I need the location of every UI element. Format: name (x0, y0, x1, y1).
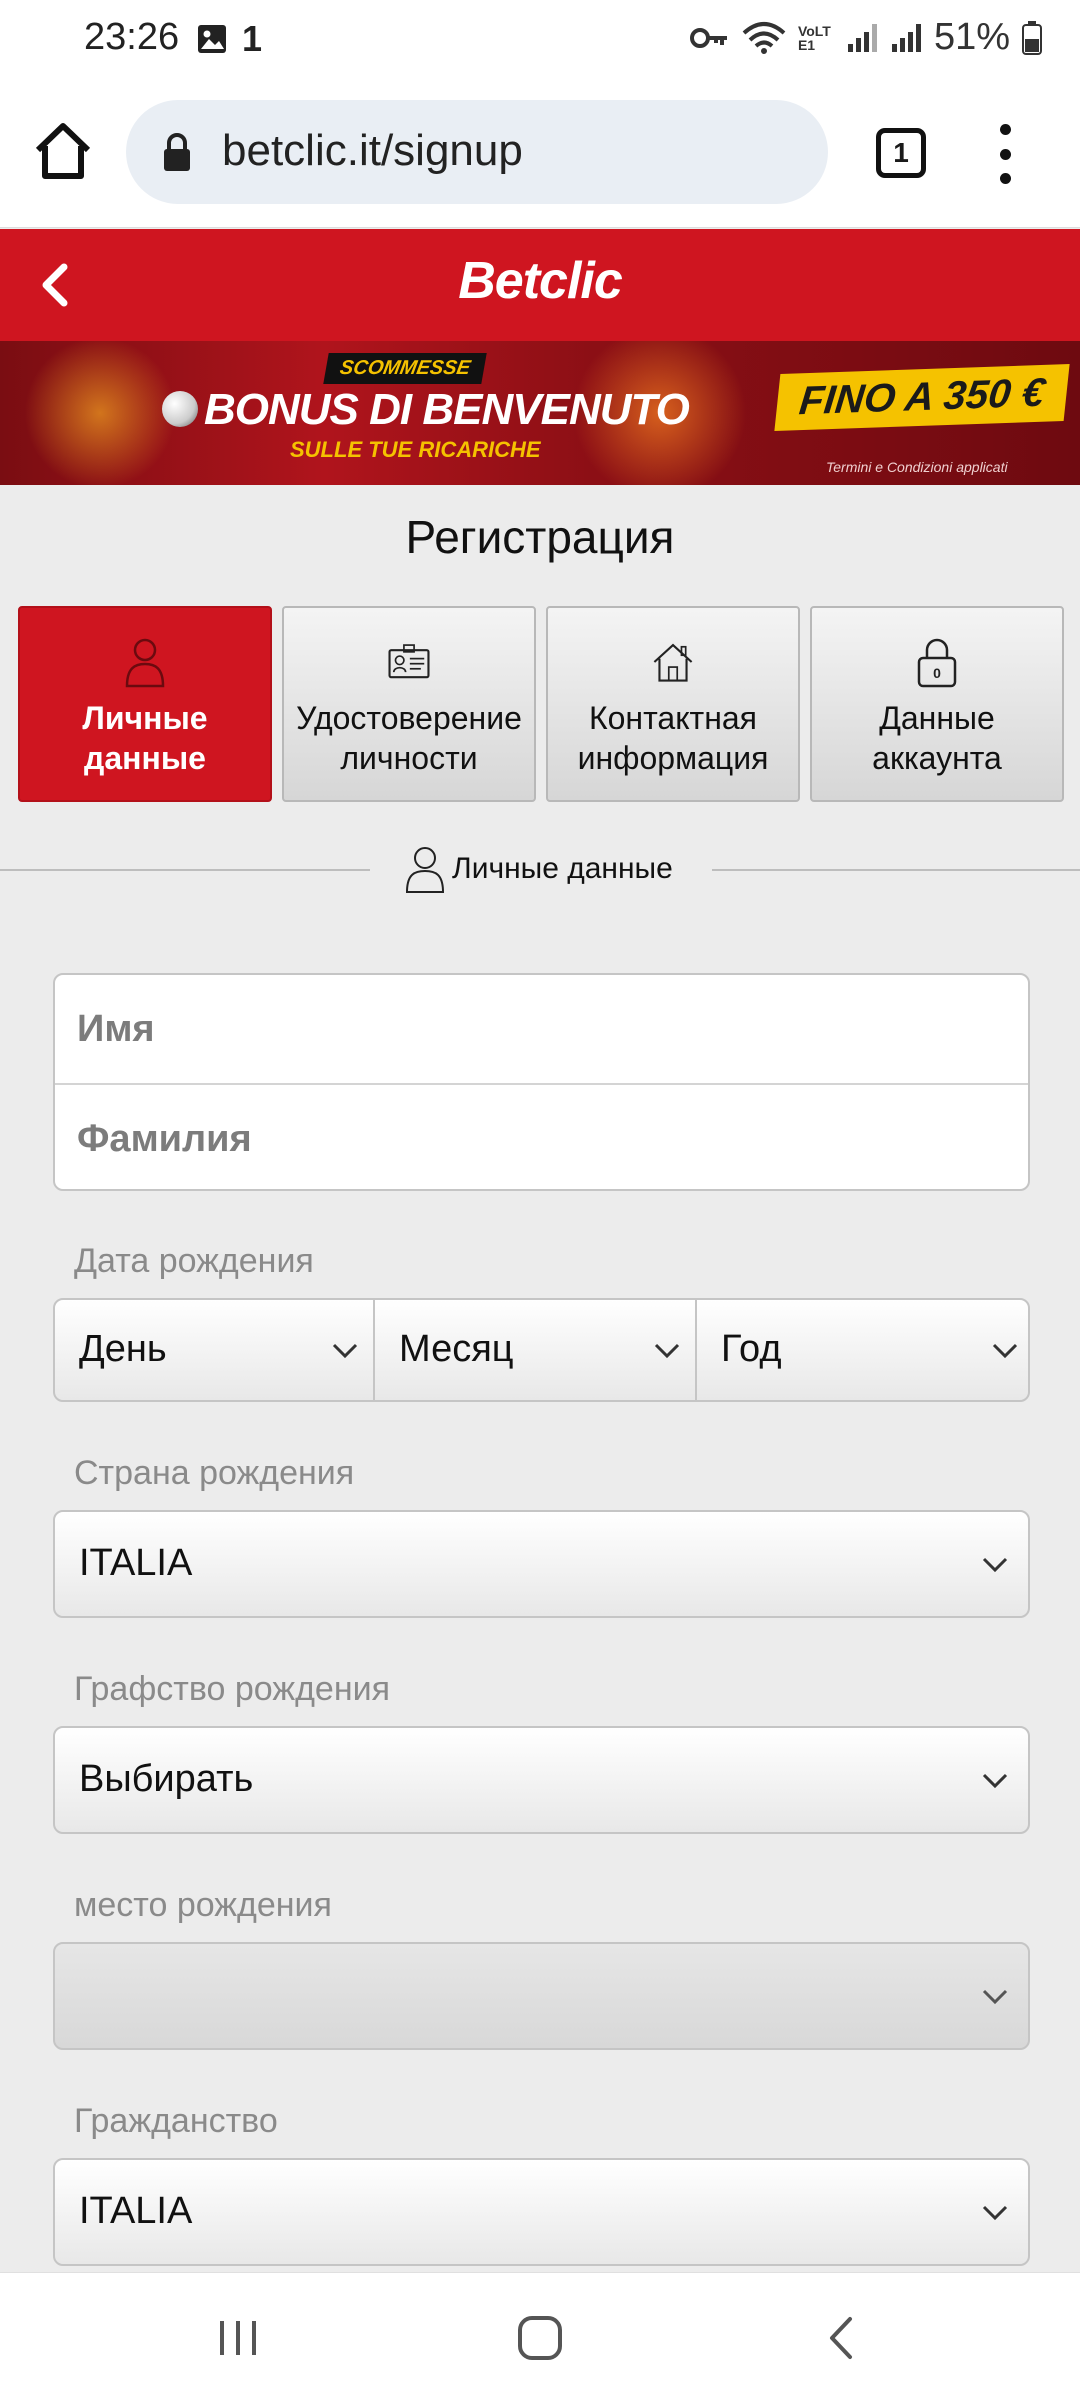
birth-country-label: Страна рождения (74, 1454, 355, 1492)
step-label: Личные данные (82, 700, 208, 776)
menu-dot (999, 124, 1011, 135)
birth-county-select[interactable]: Выбирать (53, 1726, 1030, 1834)
gallery-icon (198, 25, 226, 53)
month-select[interactable]: Месяц (375, 1300, 697, 1400)
banner-subtitle: SULLE TUE RICARICHE (290, 437, 541, 462)
last-name-input[interactable] (55, 1085, 1028, 1193)
divider-line (0, 869, 370, 871)
day-select[interactable]: День (55, 1300, 375, 1400)
banner-bonus-amount: FINO A 350 € (774, 363, 1070, 432)
step-label: Данные аккаунта (872, 700, 1002, 776)
step-contact-info[interactable]: Контактная информация (546, 606, 800, 802)
chevron-down-icon (982, 1989, 1008, 2005)
name-fields (53, 973, 1030, 1193)
back-icon[interactable] (812, 2313, 872, 2363)
banner-terms: Termini e Condizioni applicati (826, 459, 1008, 475)
chevron-down-icon (992, 1343, 1018, 1359)
home-circle-icon[interactable] (510, 2313, 570, 2363)
year-select[interactable]: Год (697, 1300, 1028, 1400)
year-value: Год (721, 1328, 782, 1370)
birthplace-label: место рождения (74, 1886, 332, 1924)
dob-selects: День Месяц Год (53, 1298, 1030, 1402)
section-header: Личные данные (398, 844, 679, 894)
step-account-data[interactable]: 0 Данные аккаунта (810, 606, 1064, 802)
birth-county-value: Выбирать (79, 1758, 254, 1800)
menu-dot (999, 148, 1011, 160)
home-icon[interactable] (30, 118, 96, 184)
address-bar[interactable]: betclic.it/signup (126, 100, 828, 204)
house-icon (653, 643, 693, 682)
page-title: Регистрация (405, 511, 675, 563)
promo-banner[interactable]: SCOMMESSE BONUS DI BENVENUTO SULLE TUE R… (0, 341, 1080, 485)
key-icon (689, 27, 727, 48)
notification-count: 1 (242, 18, 263, 59)
status-right: VoLTE1 51% (689, 16, 1042, 59)
status-bar: 23:26 1 VoLTE1 51% (0, 0, 1080, 78)
birth-country-value: ITALIA (79, 1542, 193, 1584)
site-header: Betclic (0, 229, 1080, 341)
brand-logo[interactable]: Betclic (0, 251, 1080, 311)
section-title: Личные данные (452, 852, 673, 885)
chevron-down-icon (654, 1343, 680, 1359)
birth-country-select[interactable]: ITALIA (53, 1510, 1030, 1618)
status-left-icons: 1 (196, 18, 262, 60)
recent-apps-icon[interactable] (208, 2313, 268, 2363)
first-name-input[interactable] (55, 975, 1028, 1083)
chevron-down-icon (982, 2205, 1008, 2221)
divider-line (712, 869, 1080, 871)
svg-text:0: 0 (933, 665, 941, 681)
birth-county-label: Графство рождения (74, 1670, 391, 1708)
citizenship-label: Гражданство (74, 2102, 278, 2140)
signal-icon-2 (891, 23, 921, 52)
browser-menu-button[interactable] (990, 124, 1020, 184)
battery-icon (1022, 20, 1042, 55)
system-nav-bar (0, 2272, 1080, 2400)
padlock-icon: 0 (917, 638, 957, 688)
person-icon (405, 847, 445, 893)
menu-dot (999, 173, 1011, 184)
citizenship-value: ITALIA (79, 2190, 193, 2232)
chevron-down-icon (982, 1773, 1008, 1789)
day-value: День (79, 1328, 167, 1370)
chevron-down-icon (332, 1343, 358, 1359)
battery-level: 51% (933, 16, 1010, 58)
person-icon (125, 638, 165, 688)
chevron-down-icon (982, 1557, 1008, 1573)
url-text: betclic.it/signup (222, 126, 523, 175)
banner-glow (20, 341, 180, 485)
id-card-icon (388, 644, 430, 679)
browser-toolbar: betclic.it/signup 1 (0, 78, 1080, 228)
banner-tag: SCOMMESSE (323, 353, 487, 384)
dob-label: Дата рождения (74, 1242, 314, 1280)
step-label: Удостоверение личности (296, 700, 522, 776)
soccer-ball-icon (162, 391, 198, 427)
registration-steps: Личные данные Удостоверение личности Конта… (18, 606, 1064, 802)
status-time: 23:26 (84, 16, 180, 58)
banner-title: BONUS DI BENVENUTO (204, 385, 690, 434)
lock-icon (164, 133, 190, 171)
section-divider: Личные данные (0, 840, 1080, 900)
tabs-button[interactable]: 1 (876, 128, 926, 178)
step-identity[interactable]: Удостоверение личности (282, 606, 536, 802)
step-personal-data[interactable]: Личные данные (18, 606, 272, 802)
wifi-icon (742, 21, 786, 54)
step-label: Контактная информация (577, 700, 769, 776)
signal-icon (847, 23, 877, 52)
birthplace-select[interactable] (53, 1942, 1030, 2050)
network-label: VoLTE1 (797, 22, 831, 53)
month-value: Месяц (399, 1328, 514, 1370)
citizenship-select[interactable]: ITALIA (53, 2158, 1030, 2266)
